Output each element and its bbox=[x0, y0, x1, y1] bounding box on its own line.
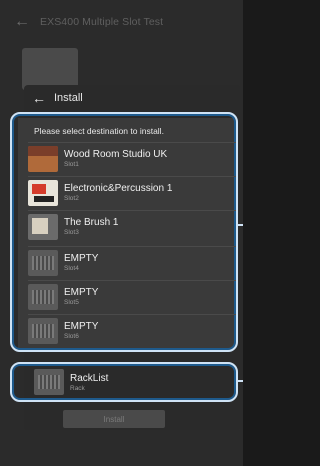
callout-line bbox=[236, 224, 243, 226]
callout-line bbox=[236, 380, 243, 382]
slot-label: Slot2 bbox=[64, 195, 79, 202]
slot-name: EMPTY bbox=[64, 321, 99, 332]
slot-item-1[interactable]: Wood Room Studio UK Slot1 bbox=[28, 142, 236, 174]
dialog-header: ← Install bbox=[24, 85, 240, 111]
empty-slot-icon bbox=[28, 249, 58, 276]
background-thumbnail bbox=[22, 48, 78, 90]
rack-name: RackList bbox=[70, 372, 109, 384]
slot-item-3[interactable]: The Brush 1 Slot3 bbox=[28, 210, 236, 242]
slot-name: Electronic&Percussion 1 bbox=[64, 183, 173, 194]
back-arrow-icon: ← bbox=[14, 13, 30, 30]
empty-slot-icon bbox=[28, 283, 58, 310]
slot-item-4[interactable]: EMPTY Slot4 bbox=[28, 246, 236, 278]
slot-label: Slot1 bbox=[64, 161, 79, 168]
dialog-title: Install bbox=[54, 92, 83, 104]
slot-item-5[interactable]: EMPTY Slot5 bbox=[28, 280, 236, 312]
rack-item[interactable]: RackList Rack bbox=[34, 366, 234, 398]
slot-name: Wood Room Studio UK bbox=[64, 149, 168, 160]
rack-label: Rack bbox=[70, 384, 85, 392]
slot-label: Slot3 bbox=[64, 229, 79, 236]
install-prompt: Please select destination to install. bbox=[34, 126, 164, 136]
empty-slot-icon bbox=[28, 317, 58, 344]
slot-label: Slot6 bbox=[64, 333, 79, 340]
slot-name: The Brush 1 bbox=[64, 217, 119, 228]
install-button[interactable]: Install bbox=[63, 410, 165, 428]
slot-label: Slot4 bbox=[64, 265, 79, 272]
background-title: EXS400 Multiple Slot Test bbox=[40, 16, 164, 28]
slot-name: EMPTY bbox=[64, 287, 99, 298]
slot-item-2[interactable]: Electronic&Percussion 1 Slot2 bbox=[28, 176, 236, 208]
background-header: ← EXS400 Multiple Slot Test bbox=[0, 0, 243, 44]
rack-icon bbox=[34, 369, 64, 395]
slot-thumbnail bbox=[28, 145, 58, 172]
slot-thumbnail bbox=[28, 213, 58, 240]
slot-label: Slot5 bbox=[64, 299, 79, 306]
dialog-back-icon[interactable]: ← bbox=[32, 91, 46, 105]
slot-item-6[interactable]: EMPTY Slot6 bbox=[28, 314, 236, 346]
slot-thumbnail bbox=[28, 179, 58, 206]
slot-name: EMPTY bbox=[64, 253, 99, 264]
